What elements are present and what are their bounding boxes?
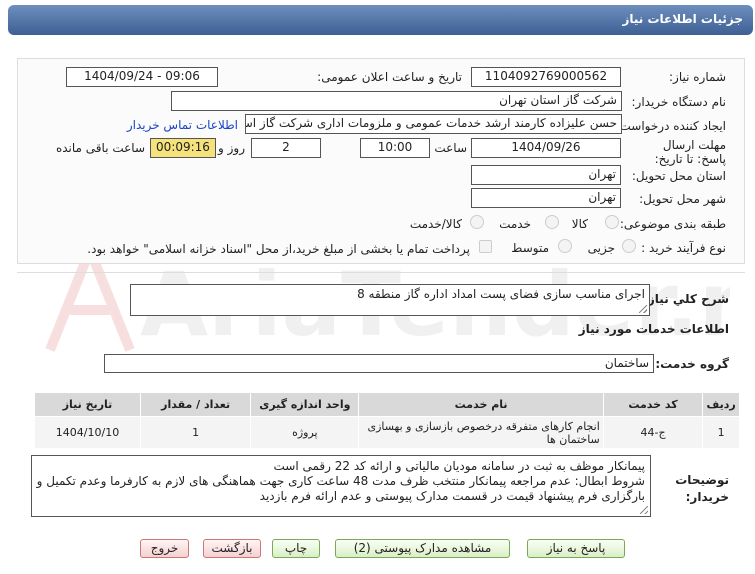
- general-desc-text: اجرای مناسب سازی فضای پست امداد اداره گا…: [357, 287, 645, 301]
- process-radio-minor[interactable]: [622, 239, 636, 253]
- province-label: استان محل تحویل:: [631, 169, 726, 183]
- general-desc-label: شرح کلي نياز:: [643, 292, 729, 306]
- cell-quantity: 1: [140, 416, 252, 449]
- col-header-service-code: کد خدمت: [602, 392, 704, 417]
- buyer-notes-line-3: بارگزاری فرم پیشنهاد قیمت در قسمت مدارک …: [259, 489, 645, 503]
- cell-service-name: انجام کارهای متفرقه درخصوص بازسازی و بهس…: [358, 416, 604, 449]
- col-header-unit: واحد اندازه گیری: [250, 392, 360, 417]
- col-header-service-name: نام خدمت: [358, 392, 604, 417]
- cell-service-code: ج-44: [602, 416, 704, 449]
- category-option-goods: کالا: [571, 217, 588, 231]
- page-header: جزئیات اطلاعات نیاز: [8, 5, 753, 35]
- category-option-service: خدمت: [499, 217, 531, 231]
- category-radio-service[interactable]: [545, 215, 559, 229]
- process-option-minor: جزیی: [587, 241, 615, 255]
- need-number-field: 1104092769000562: [471, 67, 621, 87]
- category-label: طبقه بندی موضوعی:: [619, 217, 726, 231]
- announce-datetime-label: تاریخ و ساعت اعلان عمومی:: [317, 70, 462, 84]
- announce-datetime-field: 1404/09/24 - 09:06: [66, 67, 218, 87]
- col-header-quantity: تعداد / مقدار: [140, 392, 252, 417]
- exit-button[interactable]: خروج: [140, 539, 189, 558]
- city-field: تهران: [471, 188, 621, 208]
- table-row: 1 ج-44 انجام کارهای متفرقه درخصوص بازساز…: [33, 416, 740, 449]
- cell-need-date: 1404/10/10: [33, 416, 142, 449]
- remaining-timer: 00:09:16: [150, 138, 216, 158]
- category-option-goods-service: کالا/خدمت: [409, 217, 462, 231]
- process-option-medium: متوسط: [511, 241, 549, 255]
- buyer-notes-label: توضیحات خریدار:: [675, 473, 729, 504]
- buyer-org-label: نام دستگاه خریدار:: [631, 95, 727, 109]
- province-field: تهران: [471, 165, 621, 185]
- table-header-row: ردیف کد خدمت نام خدمت واحد اندازه گیری ت…: [33, 392, 740, 417]
- cell-unit: پروژه: [250, 416, 360, 449]
- buyer-notes-line-1: پیمانکار موظف به ثبت در سامانه مودیان ما…: [273, 459, 646, 473]
- days-field: 2: [251, 138, 321, 158]
- treasury-checkbox[interactable]: [479, 240, 492, 253]
- remaining-label: ساعت باقی مانده: [55, 141, 145, 155]
- process-type-label: نوع فرآیند خرید :: [641, 241, 726, 255]
- service-group-label: گروه خدمت:: [655, 357, 729, 371]
- print-button[interactable]: چاپ: [272, 539, 320, 558]
- days-label: روز و: [218, 141, 245, 155]
- process-radio-medium[interactable]: [558, 239, 572, 253]
- section-divider: [17, 272, 745, 273]
- col-header-need-date: تاریخ نیاز: [33, 392, 142, 417]
- service-group-field: ساختمان: [104, 354, 654, 373]
- cell-row-number: 1: [702, 416, 740, 449]
- buyer-notes-field[interactable]: پیمانکار موظف به ثبت در سامانه مودیان ما…: [31, 455, 651, 517]
- payment-note: پرداخت تمام یا بخشی از مبلغ خرید،از محل …: [87, 242, 470, 256]
- general-desc-field[interactable]: اجرای مناسب سازی فضای پست امداد اداره گا…: [130, 284, 650, 316]
- category-radio-goods[interactable]: [605, 215, 619, 229]
- need-number-label: شماره نیاز:: [669, 70, 726, 84]
- creator-field: حسن علیزاده کارمند ارشد خدمات عمومی و مل…: [245, 114, 622, 134]
- deadline-hour-label: ساعت: [434, 141, 467, 155]
- resize-handle-icon[interactable]: [639, 305, 647, 313]
- buyer-org-field: شرکت گاز استان تهران: [171, 91, 622, 111]
- city-label: شهر محل تحویل:: [639, 192, 726, 206]
- back-button[interactable]: بازگشت: [203, 539, 261, 558]
- buyer-notes-line-2: شروط ابطال: عدم مراجعه پیمانکار منتخب ظر…: [36, 474, 645, 488]
- services-table: ردیف کد خدمت نام خدمت واحد اندازه گیری ت…: [33, 392, 740, 449]
- view-attachments-button[interactable]: مشاهده مدارک پیوستی (2): [335, 539, 510, 558]
- deadline-hour-field: 10:00: [360, 138, 430, 158]
- deadline-label: مهلت ارسال پاسخ: تا تاریخ:: [654, 138, 726, 166]
- resize-handle-icon[interactable]: [640, 506, 648, 514]
- respond-to-need-button[interactable]: پاسخ به نیاز: [527, 539, 625, 558]
- col-header-row-number: ردیف: [702, 392, 740, 417]
- category-radio-goods-service[interactable]: [470, 215, 484, 229]
- services-info-heading: اطلاعات خدمات مورد نیاز: [578, 322, 729, 336]
- deadline-date-field: 1404/09/26: [471, 138, 621, 158]
- page-title: جزئیات اطلاعات نیاز: [622, 12, 743, 26]
- contact-buyer-link[interactable]: اطلاعات تماس خریدار: [127, 118, 238, 132]
- creator-label: ایجاد کننده درخواست:: [615, 119, 726, 133]
